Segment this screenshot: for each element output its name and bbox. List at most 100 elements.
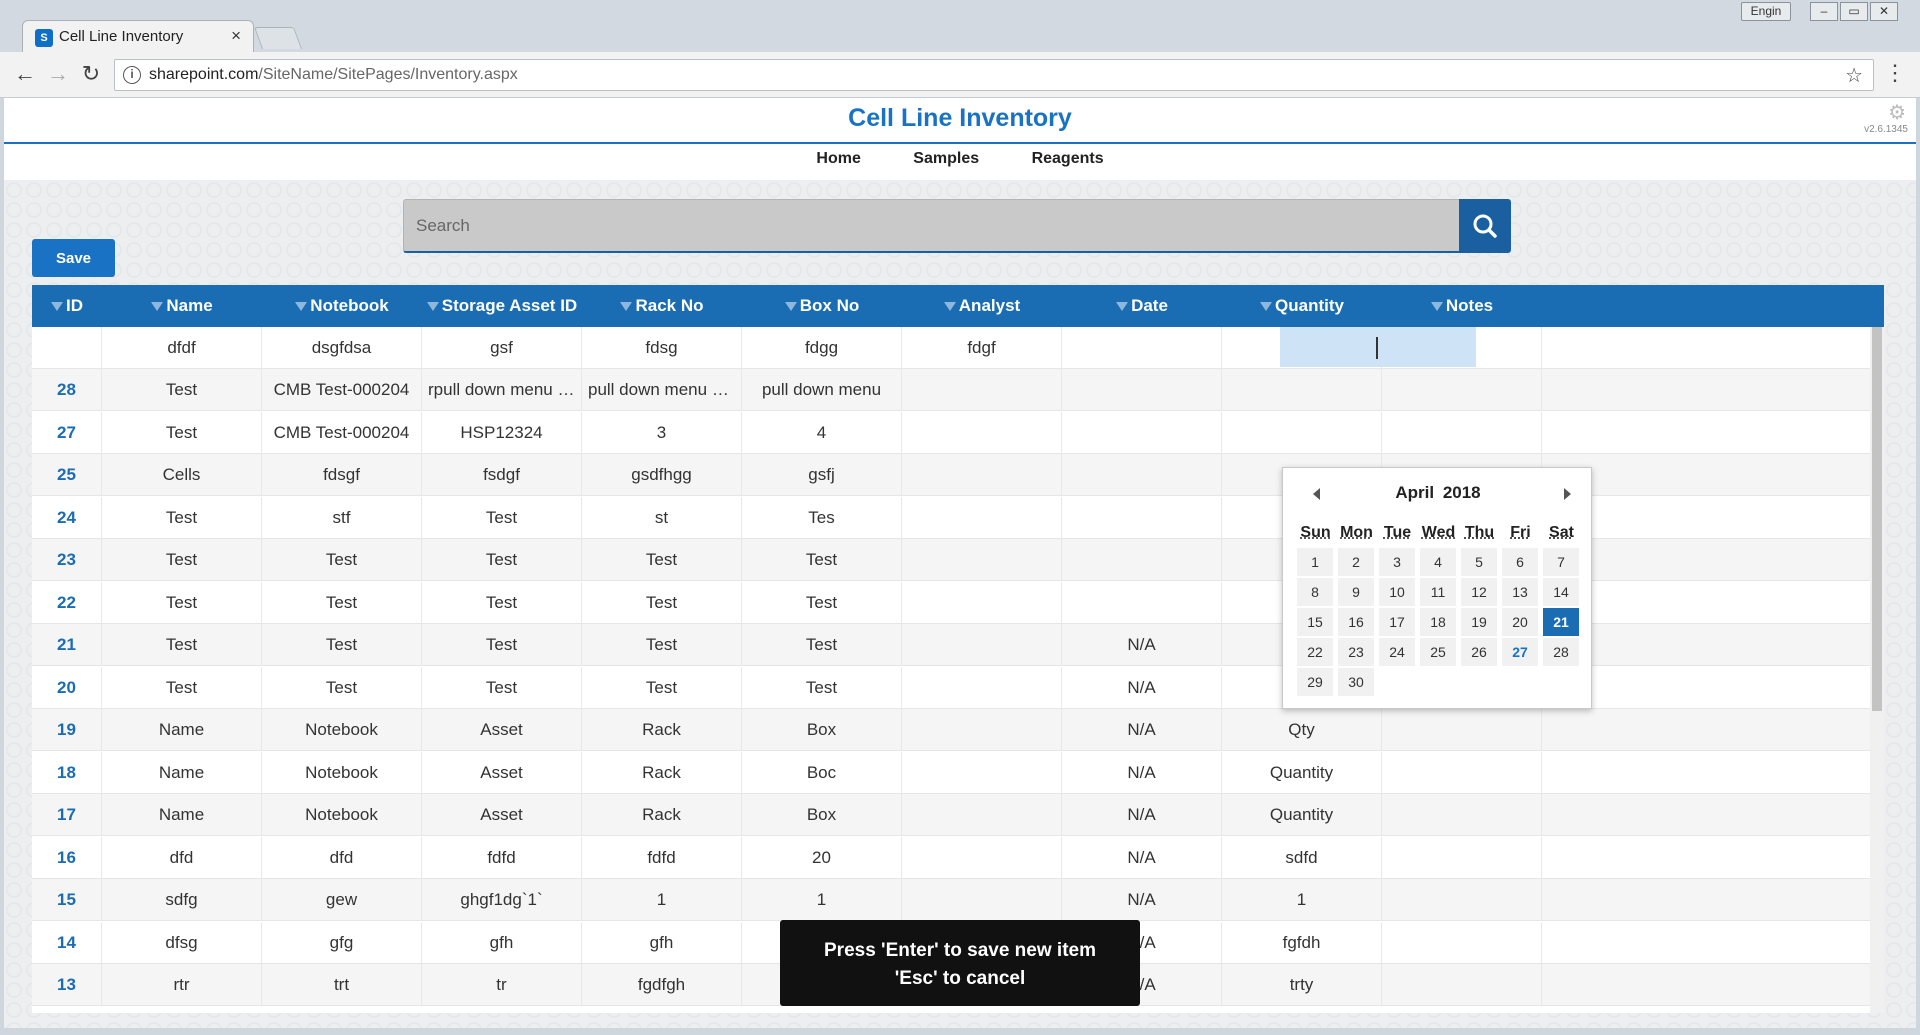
cell-rack-no[interactable]: Rack — [582, 794, 742, 836]
cell-storage-asset-id[interactable]: rpull down menu help — [422, 369, 582, 411]
cell-id[interactable]: 28 — [32, 369, 102, 411]
cell-name[interactable]: Name — [102, 709, 262, 751]
cell-box-no[interactable]: Tes — [742, 496, 902, 539]
cell-rack-no[interactable]: Test — [582, 666, 742, 709]
search-input[interactable] — [404, 200, 1468, 251]
cell-rack-no[interactable]: st — [582, 496, 742, 539]
column-header-rack-no[interactable]: Rack No — [582, 285, 742, 327]
day-7[interactable]: 7 — [1543, 548, 1579, 576]
column-header-date[interactable]: Date — [1062, 285, 1222, 327]
cell-notebook[interactable]: stf — [262, 496, 422, 539]
cell-notes[interactable] — [1382, 964, 1542, 1006]
day-6[interactable]: 6 — [1502, 548, 1538, 576]
filter-icon[interactable] — [943, 302, 956, 311]
cell-notebook[interactable]: fdsgf — [262, 454, 422, 496]
cell-notes[interactable] — [1382, 794, 1542, 836]
next-month-icon[interactable] — [1564, 488, 1571, 500]
maximize-button[interactable]: ▭ — [1840, 2, 1868, 21]
table-row[interactable]: 16 dfd dfd fdfd fdfd 20 N/A sdfd — [32, 836, 1870, 879]
day-24[interactable]: 24 — [1379, 638, 1415, 666]
table-row[interactable]: 18 Name Notebook Asset Rack Boc N/A Quantity — [32, 751, 1870, 794]
cell-quantity[interactable]: Quantity — [1222, 794, 1382, 836]
cell-date[interactable]: N/A — [1062, 879, 1222, 921]
cell-notes[interactable] — [1382, 836, 1542, 879]
cell-quantity[interactable] — [1222, 369, 1382, 411]
cell-notebook[interactable]: CMB Test-000204 — [262, 411, 422, 454]
cell-quantity[interactable]: sdfd — [1222, 836, 1382, 879]
cell-notebook[interactable]: gew — [262, 879, 422, 921]
cell-quantity[interactable]: Quantity — [1222, 751, 1382, 794]
cell-rack-no[interactable]: 3 — [582, 411, 742, 454]
table-row[interactable]: 25 Cells fdsgf fsdgf gsdfhgg gsfj — [32, 454, 1870, 496]
cell-analyst[interactable] — [902, 411, 1062, 454]
day-22[interactable]: 22 — [1297, 638, 1333, 666]
cell-date[interactable] — [1062, 539, 1222, 581]
filter-icon[interactable] — [784, 302, 797, 311]
day-9[interactable]: 9 — [1338, 578, 1374, 606]
cell-id[interactable]: 20 — [32, 666, 102, 709]
day-20[interactable]: 20 — [1502, 608, 1538, 636]
cell-date[interactable]: N/A — [1062, 624, 1222, 666]
table-row[interactable]: 20TestTestTestTestTestN/ATest — [32, 666, 1870, 709]
cell-date[interactable]: N/A — [1062, 751, 1222, 794]
cell-id[interactable]: 15 — [32, 879, 102, 921]
cell-id[interactable]: 23 — [32, 539, 102, 581]
browser-menu-icon[interactable]: ⋮ — [1884, 62, 1906, 84]
cell-storage-asset-id[interactable]: fdfd — [422, 836, 582, 879]
cell-analyst[interactable] — [902, 454, 1062, 496]
cell-notebook[interactable]: Notebook — [262, 709, 422, 751]
cell-box-no[interactable]: Test — [742, 666, 902, 709]
cell-storage-asset-id[interactable]: gsf — [422, 327, 582, 369]
cell-storage-asset-id[interactable]: Asset — [422, 794, 582, 836]
save-button[interactable]: Save — [32, 239, 115, 277]
day-21[interactable]: 21 — [1543, 608, 1579, 636]
cell-rack-no[interactable]: Test — [582, 624, 742, 666]
cell-notebook[interactable]: Test — [262, 539, 422, 581]
cell-id[interactable]: 22 — [32, 581, 102, 624]
cell-rack-no[interactable]: Test — [582, 581, 742, 624]
column-header-id[interactable]: ID — [32, 285, 102, 327]
cell-id[interactable]: 17 — [32, 794, 102, 836]
minimize-button[interactable]: – — [1810, 2, 1838, 21]
cell-id[interactable]: 27 — [32, 411, 102, 454]
tab-close-icon[interactable]: × — [231, 26, 241, 46]
new-tab-button[interactable] — [253, 27, 303, 49]
reload-icon[interactable]: ↻ — [78, 62, 104, 88]
table-row[interactable]: 28 Test CMB Test-000204 rpull down menu hel… — [32, 369, 1870, 411]
day-30[interactable]: 30 — [1338, 668, 1374, 696]
cell-notebook[interactable]: trt — [262, 964, 422, 1006]
cell-analyst[interactable] — [902, 624, 1062, 666]
cell-notebook[interactable]: gfg — [262, 921, 422, 964]
cell-quantity[interactable]: trty — [1222, 964, 1382, 1006]
cell-notes[interactable] — [1382, 709, 1542, 751]
info-icon[interactable]: i — [123, 66, 141, 84]
table-row[interactable]: 15 sdfg gew ghgf1dg`1` 1 1 N/A 1 — [32, 879, 1870, 921]
cell-notes[interactable] — [1382, 369, 1542, 411]
cell-notes[interactable] — [1382, 411, 1542, 454]
cell-analyst[interactable] — [902, 879, 1062, 921]
cell-storage-asset-id[interactable]: Test — [422, 539, 582, 581]
cell-box-no[interactable]: Boc — [742, 751, 902, 794]
cell-date[interactable] — [1062, 327, 1222, 369]
new-item-row[interactable]: dfdf dsgfdsa gsf fdsg fdgg fdgf — [32, 327, 1870, 369]
cell-analyst[interactable] — [902, 369, 1062, 411]
table-row[interactable]: 27 Test CMB Test-000204 HSP12324 3 4 — [32, 411, 1870, 454]
cell-id[interactable]: 18 — [32, 751, 102, 794]
cell-rack-no[interactable]: gsdfhgg — [582, 454, 742, 496]
day-14[interactable]: 14 — [1543, 578, 1579, 606]
cell-name[interactable]: Cells — [102, 454, 262, 496]
cell-notebook[interactable]: Notebook — [262, 794, 422, 836]
cell-rack-no[interactable]: fgdfgh — [582, 964, 742, 1006]
filter-icon[interactable] — [426, 302, 439, 311]
cell-analyst[interactable] — [902, 751, 1062, 794]
cell-box-no[interactable]: 20 — [742, 836, 902, 879]
day-12[interactable]: 12 — [1461, 578, 1497, 606]
cell-analyst[interactable] — [902, 581, 1062, 624]
cell-notes[interactable] — [1382, 751, 1542, 794]
cell-date[interactable]: N/A — [1062, 709, 1222, 751]
browser-tab[interactable]: S Cell Line Inventory × — [22, 20, 254, 54]
table-row[interactable]: 24 Test stf Test st Tes — [32, 496, 1870, 539]
gear-icon[interactable]: ⚙ — [1888, 100, 1906, 125]
cell-quantity[interactable]: fgfdh — [1222, 921, 1382, 964]
cell-box-no[interactable]: 1 — [742, 879, 902, 921]
